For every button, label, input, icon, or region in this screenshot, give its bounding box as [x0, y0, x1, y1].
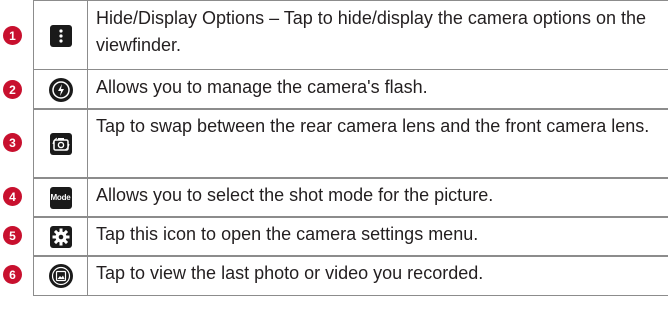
row-number-badge: 1	[3, 26, 22, 45]
table-row: 6 Tap to view the last photo or video yo…	[0, 255, 668, 296]
row-description: Allows you to manage the camera's flash.	[87, 70, 668, 109]
icon-cell	[33, 256, 87, 295]
flash-icon	[48, 77, 73, 102]
table-row: 5 Tap this icon to open the camera setti…	[0, 216, 668, 257]
mode-icon: Mode	[49, 186, 72, 209]
table-row: 3 Tap to swap between the rear camera le…	[0, 108, 668, 179]
row-description: Tap to swap between the rear camera lens…	[87, 109, 668, 178]
row-number-badge: 5	[3, 226, 22, 245]
icon-cell	[33, 1, 87, 70]
row-number-badge: 3	[3, 133, 22, 152]
table-row: 4 Mode Allows you to select the shot mod…	[0, 177, 668, 218]
row-description: Tap to view the last photo or video you …	[87, 256, 668, 295]
icon-cell	[33, 70, 87, 109]
table-row: 2 Allows you to manage the camera's flas…	[0, 69, 668, 110]
row-description: Hide/Display Options – Tap to hide/displ…	[87, 1, 668, 70]
gallery-icon	[48, 263, 73, 288]
icon-cell	[33, 217, 87, 256]
row-number-badge: 2	[3, 80, 22, 99]
row-description: Allows you to select the shot mode for t…	[87, 178, 668, 217]
icon-cell	[33, 109, 87, 178]
gear-icon	[49, 225, 72, 248]
row-number-badge: 6	[3, 265, 22, 284]
icon-cell: Mode	[33, 178, 87, 217]
row-number-badge: 4	[3, 187, 22, 206]
row-description: Tap this icon to open the camera setting…	[87, 217, 668, 256]
more-vertical-icon	[49, 24, 72, 47]
table-row: 1 Hide/Display Options – Tap to hide/dis…	[0, 0, 668, 70]
swap-camera-icon	[49, 132, 72, 155]
mode-icon-label: Mode	[50, 193, 71, 202]
